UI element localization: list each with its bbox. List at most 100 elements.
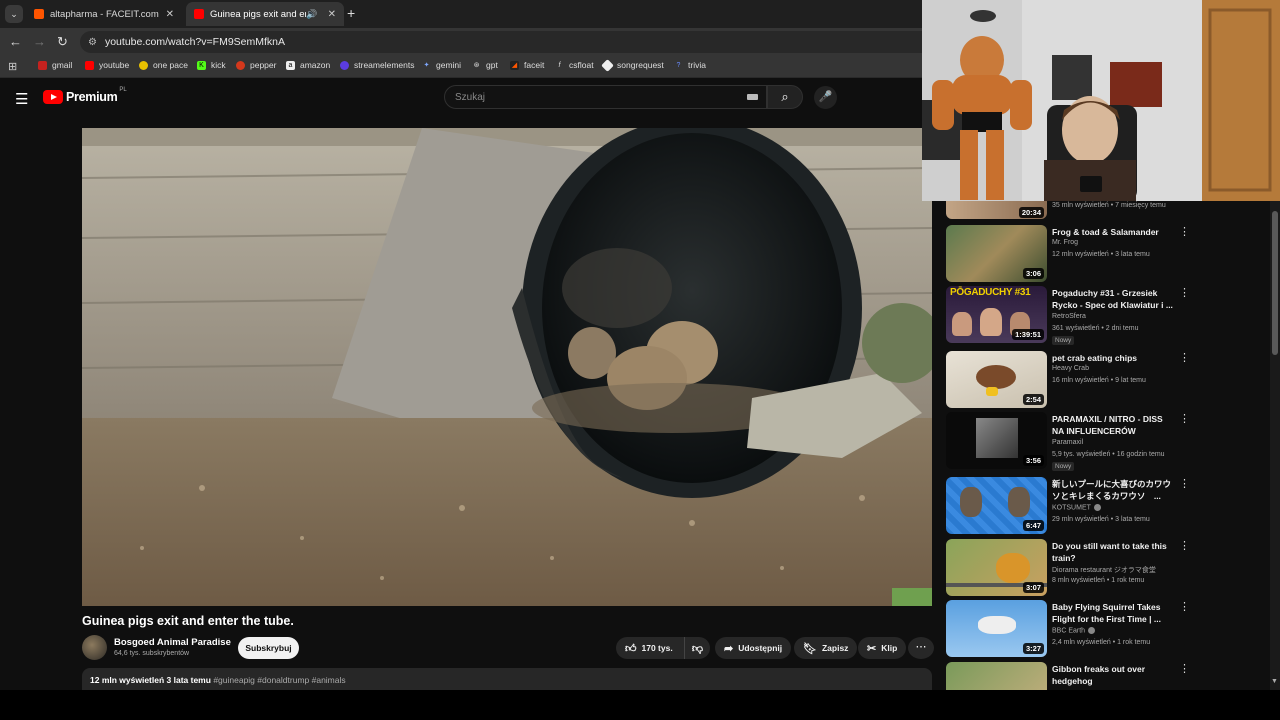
description-box[interactable]: 12 mln wyświetleń 3 lata temu #guineapig…	[82, 668, 932, 690]
recommendation-item[interactable]: 2:54 pet crab eating chips Heavy Crab 16…	[946, 351, 1246, 409]
channel-name[interactable]: Paramaxil	[1052, 439, 1083, 446]
video-title[interactable]: Frog & toad & Salamander	[1052, 226, 1174, 238]
more-options-icon[interactable]: ⋮	[1179, 477, 1190, 490]
bookmark-youtube[interactable]: youtube	[85, 60, 129, 70]
bookmark-kick[interactable]: Kkick	[197, 60, 226, 70]
video-title[interactable]: pet crab eating chips	[1052, 352, 1174, 364]
tab-title: Guinea pigs exit and enter t	[210, 8, 306, 20]
bookmark-pepper[interactable]: pepper	[236, 60, 276, 70]
bookmark-faceit[interactable]: ◢ faceit	[510, 60, 544, 70]
gemini-icon: ✦	[423, 61, 430, 69]
recommendation-item[interactable]: PŌGADUCHY #31 1:39:51 Pogaduchy #31 - Gr…	[946, 286, 1246, 345]
channel-name[interactable]: Mr. Frog	[1052, 239, 1078, 246]
duration-badge: 6:47	[1022, 520, 1044, 531]
keyboard-icon[interactable]	[747, 94, 758, 100]
address-bar[interactable]: ⚙ youtube.com/watch?v=FM9SemMfknA	[80, 31, 940, 53]
site-info-icon[interactable]: ⚙	[88, 37, 97, 48]
video-title[interactable]: Baby Flying Squirrel Takes Flight for th…	[1052, 601, 1174, 625]
streamelements-icon	[340, 60, 349, 70]
video-title[interactable]: Do you still want to take this train?	[1052, 540, 1174, 564]
like-button[interactable]: 👍︎ 170 tys.	[616, 637, 684, 659]
video-thumbnail[interactable]	[946, 662, 1047, 690]
browser-tab-faceit[interactable]: altapharma - FACEIT.com ✕	[26, 2, 182, 26]
scroll-down-arrow-icon[interactable]: ▼	[1271, 678, 1278, 685]
close-tab-icon[interactable]: ✕	[328, 9, 336, 20]
video-thumbnail[interactable]: 3:56	[946, 412, 1047, 469]
forward-icon[interactable]: →	[33, 34, 46, 49]
more-options-icon[interactable]: ⋮	[1179, 286, 1190, 299]
channel-name[interactable]: Bosgoed Animal Paradise	[114, 637, 231, 648]
search-button[interactable]: ⌕	[767, 85, 803, 109]
video-player[interactable]	[82, 128, 932, 606]
mic-icon[interactable]: 🎤	[814, 86, 837, 109]
recommendation-item[interactable]: 6:47 新しいプールに大喜びのカワウソとキレまくるカワウソ ... KOTSU…	[946, 477, 1246, 535]
subscribe-button[interactable]: Subskrybuj	[238, 637, 299, 659]
tab-search-icon[interactable]: ⌄	[5, 5, 23, 23]
video-meta: 8 mln wyświetleń • 1 rok temu	[1052, 577, 1145, 584]
recommendation-item[interactable]: 3:07 Do you still want to take this trai…	[946, 539, 1246, 597]
search-input[interactable]: Szukaj	[444, 85, 767, 109]
video-thumbnail[interactable]: 6:47	[946, 477, 1047, 534]
duration-badge: 20:34	[1018, 207, 1044, 218]
bookmark-csfloat[interactable]: f csfloat	[555, 60, 594, 70]
dislike-button[interactable]: 👎︎	[684, 637, 710, 659]
more-options-icon[interactable]: ⋮	[1179, 351, 1190, 364]
recommendation-item[interactable]: 3:56 PARAMAXIL / NITRO - DISS NA INFLUEN…	[946, 412, 1246, 471]
recommendation-item[interactable]: Gibbon freaks out over hedgehog ⋮	[946, 662, 1246, 690]
scrollbar-thumb[interactable]	[1272, 211, 1278, 355]
new-tab-icon[interactable]: +	[347, 5, 355, 21]
channel-name[interactable]: RetroSfera	[1052, 313, 1086, 320]
close-tab-icon[interactable]: ✕	[166, 9, 174, 20]
kick-icon: K	[197, 60, 206, 70]
video-title[interactable]: PARAMAXIL / NITRO - DISS NA INFLUENCERÓW…	[1052, 413, 1174, 437]
video-thumbnail[interactable]: 3:27	[946, 600, 1047, 657]
share-label: Udostępnij	[738, 643, 783, 653]
views-and-date: 12 mln wyświetleń 3 lata temu	[90, 675, 211, 685]
video-thumbnail[interactable]: 3:07	[946, 539, 1047, 596]
video-thumbnail[interactable]: PŌGADUCHY #31 1:39:51	[946, 286, 1047, 343]
channel-name[interactable]: BBC Earth	[1052, 627, 1096, 634]
video-thumbnail[interactable]: 2:54	[946, 351, 1047, 408]
speaker-icon[interactable]: 🔊	[306, 9, 317, 20]
video-title[interactable]: 新しいプールに大喜びのカワウソとキレまくるカワウソ ...	[1052, 478, 1174, 502]
recommendation-item[interactable]: 3:06 Frog & toad & Salamander Mr. Frog 1…	[946, 225, 1246, 283]
back-icon[interactable]: ←	[9, 34, 22, 49]
video-thumbnail[interactable]: 20:34	[946, 200, 1047, 219]
video-thumbnail[interactable]: 3:06	[946, 225, 1047, 282]
recommendation-item[interactable]: 3:27 Baby Flying Squirrel Takes Flight f…	[946, 600, 1246, 658]
channel-avatar[interactable]	[82, 635, 107, 660]
video-title[interactable]: Pogaduchy #31 - Grzesiek Rycko - Spec od…	[1052, 287, 1174, 311]
more-actions-icon[interactable]: ⋯	[908, 637, 934, 659]
reload-icon[interactable]: ↻	[57, 34, 68, 50]
bookmark-amazon[interactable]: a amazon	[286, 60, 330, 70]
duration-badge: 2:54	[1022, 394, 1044, 405]
channel-name[interactable]: KOTSUMET	[1052, 504, 1101, 511]
more-options-icon[interactable]: ⋮	[1179, 225, 1190, 238]
more-options-icon[interactable]: ⋮	[1179, 539, 1190, 552]
menu-icon[interactable]: ☰	[15, 90, 28, 108]
bookmark-gmail[interactable]: gmail	[38, 60, 72, 70]
channel-name[interactable]: Heavy Crab	[1052, 365, 1089, 372]
sidebar-scrollbar[interactable]	[1270, 201, 1280, 690]
browser-tab-youtube[interactable]: Guinea pigs exit and enter t 🔊 ✕	[186, 2, 344, 26]
more-options-icon[interactable]: ⋮	[1179, 412, 1190, 425]
apps-grid-icon[interactable]: ⊞	[8, 60, 17, 73]
share-button[interactable]: ➦ Udostępnij	[715, 637, 792, 659]
hashtags[interactable]: #guineapig #donaldtrump #animals	[213, 675, 345, 685]
bookmark-gpt[interactable]: ⊛ gpt	[472, 60, 498, 70]
youtube-premium-logo[interactable]: Premium PL	[43, 87, 127, 104]
webcam-overlay	[922, 0, 1280, 201]
bookmark-songrequest[interactable]: songrequest	[601, 58, 664, 72]
more-options-icon[interactable]: ⋮	[1179, 600, 1190, 613]
bookmark-gemini[interactable]: ✦ gemini	[422, 60, 461, 70]
video-title[interactable]: Gibbon freaks out over hedgehog	[1052, 663, 1174, 687]
more-options-icon[interactable]: ⋮	[1179, 662, 1190, 675]
duration-badge: 3:06	[1022, 268, 1044, 279]
channel-name[interactable]: Diorama restaurant ジオラマ食堂	[1052, 565, 1156, 575]
bookmark-streamelements[interactable]: streamelements	[340, 60, 414, 70]
bookmark-trivia[interactable]: ? trivia	[674, 60, 706, 70]
bookmark-one-pace[interactable]: one pace	[139, 60, 188, 70]
save-button[interactable]: 🔖︎ Zapisz	[794, 637, 858, 659]
clip-button[interactable]: ✂ Klip	[858, 637, 907, 659]
video-meta: 2,4 mln wyświetleń • 1 rok temu	[1052, 639, 1151, 646]
